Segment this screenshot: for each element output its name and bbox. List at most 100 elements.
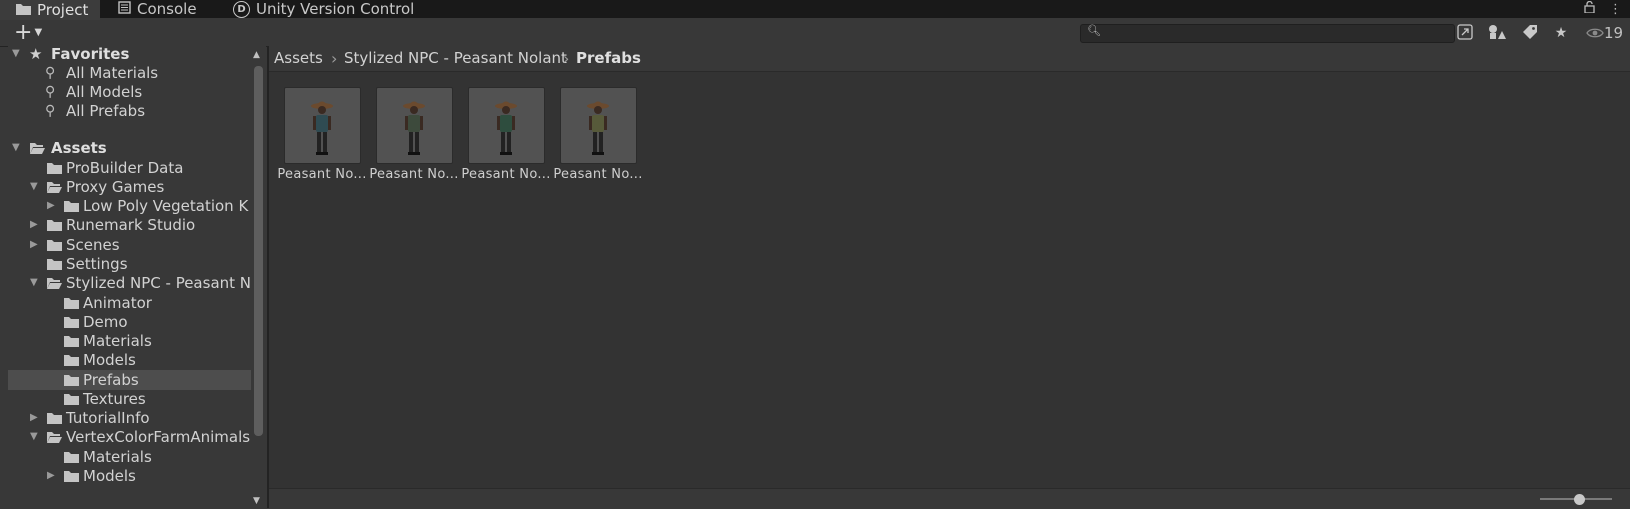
window-tab-bar: Project Console D Unity Version Control … <box>0 0 1630 20</box>
create-button[interactable]: + ▼ <box>14 21 42 45</box>
star-icon: ★ <box>29 46 43 63</box>
breadcrumb-stylized-npc[interactable]: Stylized NPC - Peasant Nolant <box>344 46 567 71</box>
folder-icon <box>64 355 79 366</box>
tree-item-stylized-npc[interactable]: ▼ Stylized NPC - Peasant N <box>8 273 251 293</box>
tab-unity-version-control-label: Unity Version Control <box>256 0 415 18</box>
prefab-thumbnail <box>468 87 545 164</box>
prefab-thumbnail <box>560 87 637 164</box>
breadcrumb: Assets › Stylized NPC - Peasant Nolant ›… <box>269 46 1630 72</box>
tree-item-animator[interactable]: Animator <box>8 293 251 313</box>
search-type-icon <box>1457 24 1473 40</box>
eye-icon <box>1586 28 1604 38</box>
tree-item-settings[interactable]: Settings <box>8 254 251 274</box>
chevron-right-icon: › <box>563 49 570 68</box>
tab-unity-version-control[interactable]: D Unity Version Control <box>233 0 414 18</box>
tree-item-prefabs[interactable]: Prefabs <box>8 370 251 390</box>
open-folder-icon <box>30 143 45 154</box>
open-folder-icon <box>47 182 62 193</box>
folder-icon <box>64 317 79 328</box>
collapse-arrow-icon[interactable]: ▶ <box>47 466 55 486</box>
expand-arrow-icon[interactable]: ▼ <box>30 427 38 447</box>
favorites-toggle-button[interactable]: ★ <box>1552 24 1570 42</box>
tree-item-assets[interactable]: ▼ Assets <box>8 138 251 158</box>
tree-item-low-poly-vegetation[interactable]: ▶ Low Poly Vegetation K <box>8 196 251 216</box>
tree-item-label: Prefabs <box>83 371 139 389</box>
more-options-icon[interactable]: ⋮ <box>1609 2 1622 17</box>
folder-icon <box>47 163 62 174</box>
tab-project-label: Project <box>37 1 89 19</box>
tree-item-label: Materials <box>83 332 152 350</box>
collapse-arrow-icon[interactable]: ▶ <box>30 408 38 428</box>
tree-item-proxy-games[interactable]: ▼ Proxy Games <box>8 177 251 197</box>
asset-name: Peasant No... <box>277 167 367 182</box>
tree-item-favorites[interactable]: ▼ ★ Favorites <box>8 46 251 64</box>
hidden-packages-count: 19 <box>1604 24 1624 42</box>
hidden-packages-toggle[interactable]: 19 <box>1586 24 1623 42</box>
search-input[interactable] <box>1103 25 1433 42</box>
filter-by-label-button[interactable] <box>1520 24 1540 42</box>
expand-arrow-icon[interactable]: ▼ <box>12 46 20 64</box>
expand-arrow-icon[interactable]: ▼ <box>30 177 38 197</box>
tree-item-label: Models <box>83 351 136 369</box>
collapse-arrow-icon[interactable]: ▶ <box>47 196 55 216</box>
search-icon: ⚲ <box>45 65 56 81</box>
scroll-down-icon[interactable]: ▼ <box>253 496 260 506</box>
favorite-all-models[interactable]: ⚲ All Models <box>8 82 251 102</box>
asset-grid-footer <box>269 488 1630 509</box>
folder-icon <box>64 471 79 482</box>
shapes-icon <box>1489 25 1506 39</box>
tree-item-probuilder-data[interactable]: ProBuilder Data <box>8 158 251 178</box>
lock-icon[interactable] <box>1584 0 1595 17</box>
tree-item-scenes[interactable]: ▶ Scenes <box>8 235 251 255</box>
asset-name: Peasant No... <box>461 167 551 182</box>
tag-icon <box>1523 25 1537 39</box>
filter-by-type-button[interactable] <box>1486 24 1508 42</box>
scrollbar-thumb[interactable] <box>254 66 263 436</box>
tree-item-label: Materials <box>83 448 152 466</box>
plus-icon: + <box>14 20 33 45</box>
folder-icon <box>47 259 62 270</box>
tree-item-tutorialinfo[interactable]: ▶ TutorialInfo <box>8 408 251 428</box>
collapse-arrow-icon[interactable]: ▶ <box>30 215 38 235</box>
tree-item-runemark-studio[interactable]: ▶ Runemark Studio <box>8 215 251 235</box>
tree-item-farm-materials[interactable]: Materials <box>8 447 251 467</box>
tree-item-label: Favorites <box>51 46 130 63</box>
breadcrumb-assets[interactable]: Assets <box>274 46 323 71</box>
folder-icon <box>64 452 79 463</box>
project-folder-tree: ▼ ★ Favorites ⚲ All Materials ⚲ All Mode… <box>8 46 251 508</box>
tree-item-models[interactable]: Models <box>8 350 251 370</box>
peasant-character-icon <box>311 101 333 155</box>
search-icon: ⚲ <box>45 84 56 100</box>
tree-item-textures[interactable]: Textures <box>8 389 251 409</box>
search-by-type-button[interactable] <box>1456 24 1474 42</box>
favorite-all-materials[interactable]: ⚲ All Materials <box>8 63 251 83</box>
expand-arrow-icon[interactable]: ▼ <box>12 138 20 158</box>
tree-scrollbar[interactable]: ▲ ▼ <box>251 46 266 508</box>
tab-console[interactable]: Console <box>118 0 197 18</box>
window-controls: ⋮ <box>1584 0 1622 18</box>
peasant-character-icon <box>587 101 609 155</box>
open-folder-icon <box>47 432 62 443</box>
tree-item-materials[interactable]: Materials <box>8 331 251 351</box>
tree-item-vertexcolorfarmanimals[interactable]: ▼ VertexColorFarmAnimals <box>8 427 251 447</box>
favorite-all-prefabs[interactable]: ⚲ All Prefabs <box>8 101 251 121</box>
asset-grid: Peasant No... Peasant No... Peasant No..… <box>269 72 1630 488</box>
folder-icon <box>64 336 79 347</box>
tab-project[interactable]: Project <box>0 0 101 20</box>
slider-knob[interactable] <box>1574 493 1586 505</box>
expand-arrow-icon[interactable]: ▼ <box>30 273 38 293</box>
icon-size-slider[interactable] <box>1540 493 1612 505</box>
tree-item-label: Proxy Games <box>66 178 165 196</box>
tree-item-label: Low Poly Vegetation K <box>83 197 249 215</box>
tree-item-label: Stylized NPC - Peasant N <box>66 274 251 292</box>
tree-item-label: Assets <box>51 139 107 157</box>
folder-icon <box>47 220 62 231</box>
collapse-arrow-icon[interactable]: ▶ <box>30 235 38 255</box>
tree-item-demo[interactable]: Demo <box>8 312 251 332</box>
tree-item-label: ProBuilder Data <box>66 159 184 177</box>
tree-item-farm-models[interactable]: ▶ Models <box>8 466 251 486</box>
project-toolbar: + ▼ 🔍︎ ★ 19 <box>0 20 1630 47</box>
scroll-up-icon[interactable]: ▲ <box>253 50 260 60</box>
breadcrumb-prefabs[interactable]: Prefabs <box>576 46 641 71</box>
search-field[interactable]: 🔍︎ <box>1080 24 1455 43</box>
